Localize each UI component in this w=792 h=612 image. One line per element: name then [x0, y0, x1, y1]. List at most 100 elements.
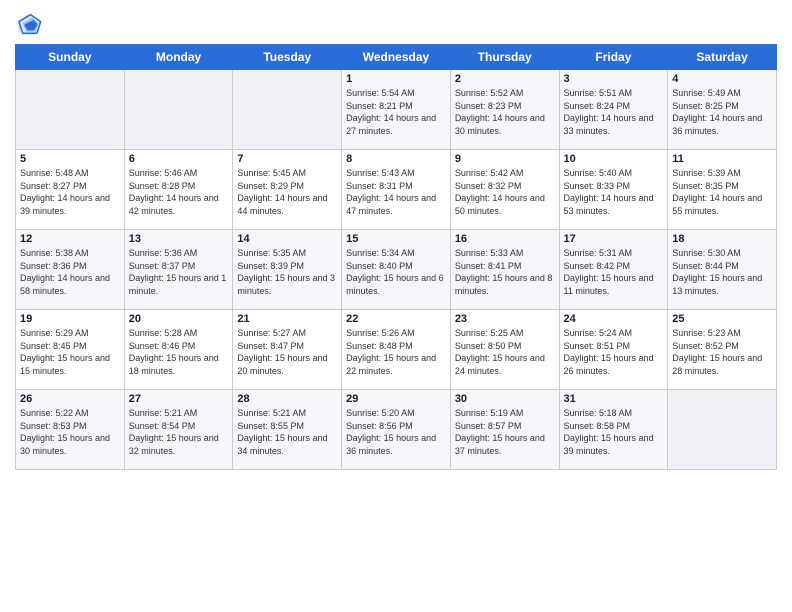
calendar-day-cell: 9 Sunrise: 5:42 AM Sunset: 8:32 PM Daylig…: [450, 150, 559, 230]
day-info: Sunrise: 5:51 AM Sunset: 8:24 PM Dayligh…: [564, 87, 664, 137]
calendar-week-row: 12 Sunrise: 5:38 AM Sunset: 8:36 PM Dayli…: [16, 230, 777, 310]
day-info: Sunrise: 5:25 AM Sunset: 8:50 PM Dayligh…: [455, 327, 555, 377]
day-info: Sunrise: 5:39 AM Sunset: 8:35 PM Dayligh…: [672, 167, 772, 217]
calendar-day-cell: 19 Sunrise: 5:29 AM Sunset: 8:45 PM Dayli…: [16, 310, 125, 390]
day-info: Sunrise: 5:38 AM Sunset: 8:36 PM Dayligh…: [20, 247, 120, 297]
day-info: Sunrise: 5:33 AM Sunset: 8:41 PM Dayligh…: [455, 247, 555, 297]
calendar-day-cell: 23 Sunrise: 5:25 AM Sunset: 8:50 PM Dayli…: [450, 310, 559, 390]
day-number: 8: [346, 153, 446, 165]
day-number: 9: [455, 153, 555, 165]
day-info: Sunrise: 5:48 AM Sunset: 8:27 PM Dayligh…: [20, 167, 120, 217]
day-info: Sunrise: 5:26 AM Sunset: 8:48 PM Dayligh…: [346, 327, 446, 377]
calendar-table: SundayMondayTuesdayWednesdayThursdayFrid…: [15, 44, 777, 470]
day-info: Sunrise: 5:36 AM Sunset: 8:37 PM Dayligh…: [129, 247, 229, 297]
day-number: 24: [564, 313, 664, 325]
day-info: Sunrise: 5:21 AM Sunset: 8:55 PM Dayligh…: [237, 407, 337, 457]
calendar-day-cell: 17 Sunrise: 5:31 AM Sunset: 8:42 PM Dayli…: [559, 230, 668, 310]
calendar-day-cell: 25 Sunrise: 5:23 AM Sunset: 8:52 PM Dayli…: [668, 310, 777, 390]
calendar-header-thursday: Thursday: [450, 45, 559, 70]
day-info: Sunrise: 5:35 AM Sunset: 8:39 PM Dayligh…: [237, 247, 337, 297]
day-number: 21: [237, 313, 337, 325]
calendar-day-cell: 21 Sunrise: 5:27 AM Sunset: 8:47 PM Dayli…: [233, 310, 342, 390]
calendar-header-wednesday: Wednesday: [342, 45, 451, 70]
day-info: Sunrise: 5:45 AM Sunset: 8:29 PM Dayligh…: [237, 167, 337, 217]
day-info: Sunrise: 5:19 AM Sunset: 8:57 PM Dayligh…: [455, 407, 555, 457]
calendar-day-cell: 28 Sunrise: 5:21 AM Sunset: 8:55 PM Dayli…: [233, 390, 342, 470]
calendar-week-row: 19 Sunrise: 5:29 AM Sunset: 8:45 PM Dayli…: [16, 310, 777, 390]
day-number: 25: [672, 313, 772, 325]
logo-icon: [15, 10, 43, 38]
day-info: Sunrise: 5:43 AM Sunset: 8:31 PM Dayligh…: [346, 167, 446, 217]
day-number: 14: [237, 233, 337, 245]
day-number: 12: [20, 233, 120, 245]
day-number: 29: [346, 393, 446, 405]
day-info: Sunrise: 5:34 AM Sunset: 8:40 PM Dayligh…: [346, 247, 446, 297]
calendar-day-cell: [233, 70, 342, 150]
day-info: Sunrise: 5:29 AM Sunset: 8:45 PM Dayligh…: [20, 327, 120, 377]
day-number: 7: [237, 153, 337, 165]
day-number: 10: [564, 153, 664, 165]
calendar-day-cell: 27Sunrise: 5:21 AM Sunset: 8:54 PM Dayli…: [124, 390, 233, 470]
calendar-day-cell: [668, 390, 777, 470]
calendar-day-cell: 10 Sunrise: 5:40 AM Sunset: 8:33 PM Dayli…: [559, 150, 668, 230]
calendar-header-tuesday: Tuesday: [233, 45, 342, 70]
day-info: Sunrise: 5:40 AM Sunset: 8:33 PM Dayligh…: [564, 167, 664, 217]
day-info: Sunrise: 5:18 AM Sunset: 8:58 PM Dayligh…: [564, 407, 664, 457]
day-number: 16: [455, 233, 555, 245]
calendar-day-cell: 30Sunrise: 5:19 AM Sunset: 8:57 PM Dayli…: [450, 390, 559, 470]
day-number: 17: [564, 233, 664, 245]
header: [15, 10, 777, 38]
calendar-day-cell: 18Sunrise: 5:30 AM Sunset: 8:44 PM Dayli…: [668, 230, 777, 310]
calendar-day-cell: 20 Sunrise: 5:28 AM Sunset: 8:46 PM Dayli…: [124, 310, 233, 390]
calendar-day-cell: 29 Sunrise: 5:20 AM Sunset: 8:56 PM Dayli…: [342, 390, 451, 470]
day-number: 1: [346, 73, 446, 85]
day-info: Sunrise: 5:31 AM Sunset: 8:42 PM Dayligh…: [564, 247, 664, 297]
day-number: 19: [20, 313, 120, 325]
day-number: 20: [129, 313, 229, 325]
day-number: 3: [564, 73, 664, 85]
calendar-day-cell: 4Sunrise: 5:49 AM Sunset: 8:25 PM Daylig…: [668, 70, 777, 150]
calendar-day-cell: 24 Sunrise: 5:24 AM Sunset: 8:51 PM Dayli…: [559, 310, 668, 390]
calendar-day-cell: 15 Sunrise: 5:34 AM Sunset: 8:40 PM Dayli…: [342, 230, 451, 310]
calendar-week-row: 1 Sunrise: 5:54 AM Sunset: 8:21 PM Daylig…: [16, 70, 777, 150]
day-info: Sunrise: 5:22 AM Sunset: 8:53 PM Dayligh…: [20, 407, 120, 457]
calendar-header-monday: Monday: [124, 45, 233, 70]
day-number: 28: [237, 393, 337, 405]
day-info: Sunrise: 5:23 AM Sunset: 8:52 PM Dayligh…: [672, 327, 772, 377]
day-number: 23: [455, 313, 555, 325]
calendar-day-cell: 7 Sunrise: 5:45 AM Sunset: 8:29 PM Daylig…: [233, 150, 342, 230]
day-info: Sunrise: 5:28 AM Sunset: 8:46 PM Dayligh…: [129, 327, 229, 377]
day-info: Sunrise: 5:52 AM Sunset: 8:23 PM Dayligh…: [455, 87, 555, 137]
day-number: 6: [129, 153, 229, 165]
day-number: 31: [564, 393, 664, 405]
calendar-day-cell: 14 Sunrise: 5:35 AM Sunset: 8:39 PM Dayli…: [233, 230, 342, 310]
calendar-day-cell: 13 Sunrise: 5:36 AM Sunset: 8:37 PM Dayli…: [124, 230, 233, 310]
day-info: Sunrise: 5:24 AM Sunset: 8:51 PM Dayligh…: [564, 327, 664, 377]
day-info: Sunrise: 5:20 AM Sunset: 8:56 PM Dayligh…: [346, 407, 446, 457]
day-info: Sunrise: 5:42 AM Sunset: 8:32 PM Dayligh…: [455, 167, 555, 217]
day-number: 2: [455, 73, 555, 85]
day-info: Sunrise: 5:27 AM Sunset: 8:47 PM Dayligh…: [237, 327, 337, 377]
day-number: 26: [20, 393, 120, 405]
calendar-day-cell: 6Sunrise: 5:46 AM Sunset: 8:28 PM Daylig…: [124, 150, 233, 230]
calendar-day-cell: 8 Sunrise: 5:43 AM Sunset: 8:31 PM Daylig…: [342, 150, 451, 230]
day-number: 5: [20, 153, 120, 165]
day-info: Sunrise: 5:54 AM Sunset: 8:21 PM Dayligh…: [346, 87, 446, 137]
calendar-day-cell: 31 Sunrise: 5:18 AM Sunset: 8:58 PM Dayli…: [559, 390, 668, 470]
calendar-day-cell: 26 Sunrise: 5:22 AM Sunset: 8:53 PM Dayli…: [16, 390, 125, 470]
calendar-header-friday: Friday: [559, 45, 668, 70]
calendar-week-row: 5 Sunrise: 5:48 AM Sunset: 8:27 PM Daylig…: [16, 150, 777, 230]
calendar-week-row: 26 Sunrise: 5:22 AM Sunset: 8:53 PM Dayli…: [16, 390, 777, 470]
day-info: Sunrise: 5:21 AM Sunset: 8:54 PM Dayligh…: [129, 407, 229, 457]
calendar-header-row: SundayMondayTuesdayWednesdayThursdayFrid…: [16, 45, 777, 70]
calendar-day-cell: [16, 70, 125, 150]
calendar-day-cell: 2 Sunrise: 5:52 AM Sunset: 8:23 PM Daylig…: [450, 70, 559, 150]
calendar-day-cell: 12 Sunrise: 5:38 AM Sunset: 8:36 PM Dayli…: [16, 230, 125, 310]
day-number: 4: [672, 73, 772, 85]
logo: [15, 10, 47, 38]
calendar-day-cell: 1 Sunrise: 5:54 AM Sunset: 8:21 PM Daylig…: [342, 70, 451, 150]
calendar-header-saturday: Saturday: [668, 45, 777, 70]
day-number: 15: [346, 233, 446, 245]
day-number: 13: [129, 233, 229, 245]
calendar-day-cell: 22Sunrise: 5:26 AM Sunset: 8:48 PM Dayli…: [342, 310, 451, 390]
